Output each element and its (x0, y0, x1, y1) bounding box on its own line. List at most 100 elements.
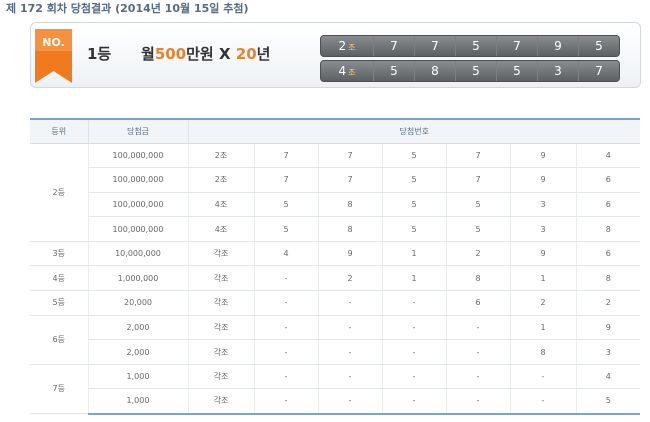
digit-cell: 7 (578, 61, 619, 81)
digit-cell: - (509, 364, 576, 390)
digit-cell: 5 (253, 216, 318, 242)
digit-cell: 7 (445, 143, 510, 169)
digit-cell: 5 (253, 192, 318, 218)
digit-cell: - (445, 315, 510, 341)
table-row: 100,000,000 2조 7 7 5 7 9 6 (30, 167, 640, 193)
grade-cell: 5등 (30, 290, 88, 316)
table-row: 6등 2,000 각조 - - - -1 9 (30, 315, 640, 365)
digit-cell: - (509, 388, 576, 415)
digit-cell: 2 (509, 290, 576, 316)
digit-cell: 7 (253, 143, 318, 169)
header-grade: 등위 (30, 118, 88, 144)
digit-cell: 2 (575, 290, 640, 316)
table-row: 1,000 각조 - - - - -5 (30, 388, 640, 415)
digit-cell: 3 (509, 192, 576, 218)
digit-cell: 5 (455, 36, 496, 56)
digit-cell: 9 (317, 241, 382, 267)
digit-cell: - (253, 339, 318, 365)
group-cell: 각조 (187, 290, 254, 316)
digit-cell: 9 (509, 143, 576, 169)
table-row: 3등 10,000,000 각조 4 9 1 2 9 6 (30, 241, 640, 267)
amount-cell: 100,000,000 (87, 167, 188, 193)
digit-cell: - (317, 315, 382, 341)
digit-cell: 5 (455, 61, 496, 81)
group-cell: 각조 (187, 241, 254, 267)
first-prize-amount: 월500만원 X 20년 (141, 45, 271, 63)
group-cell: 각조 (187, 364, 254, 390)
digit-cell: - (317, 290, 382, 316)
table-row: 100,000,000 4조 5 8 5 5 3 8 (30, 216, 640, 242)
digit-cell: - (253, 290, 318, 316)
table-row: 2,000 각조 - - - -8 3 (30, 339, 640, 365)
amount-cell: 20,000 (87, 290, 188, 316)
digit-cell: 9 (509, 241, 576, 267)
digit-cell: 5 (445, 192, 510, 218)
table-row: 7등 1,000 각조 - - - - -4 (30, 364, 640, 415)
winning-number-row: 2조 7 7 5 7 9 5 (320, 35, 620, 57)
digit-cell: - (253, 265, 318, 292)
amount-cell: 2,000 (87, 339, 188, 365)
first-prize-banner: NO. 1등 월500만원 X 20년 2조 7 7 5 7 9 5 4조 5 … (30, 22, 641, 88)
table-row: 100,000,000 4조 5 8 5 5 3 6 (30, 192, 640, 218)
digit-cell: - (317, 388, 382, 415)
no-ribbon-icon: NO. (35, 29, 72, 83)
group-cell: 4조 (187, 216, 254, 242)
amount-cell: 1,000 (87, 388, 188, 415)
digit-cell: 5 (381, 216, 446, 242)
amount-cell: 1,000 (87, 364, 188, 390)
digit-cell: - (317, 364, 382, 390)
digit-cell: 3 (509, 216, 576, 242)
prize-results-table: 등위 당첨금 당첨번호 2등 100,000,000 2조 7 7 5 7 9 4 100,000… (30, 118, 640, 415)
digit-cell: 9 (509, 167, 576, 193)
digit-cell: 5 (575, 388, 640, 415)
digit-cell: 5 (445, 216, 510, 242)
digit-cell: 8 (414, 61, 455, 81)
amount-cell: 2,000 (87, 315, 188, 341)
digit-cell: 6 (575, 192, 640, 218)
digit-cell: 4 (253, 241, 318, 267)
table-row: 5등 20,000 각조 - - -6 2 2 (30, 290, 640, 316)
amount-cell: 100,000,000 (87, 192, 188, 218)
digit-cell: 7 (317, 167, 382, 193)
digit-cell: - (381, 339, 446, 365)
digit-cell: - (381, 315, 446, 341)
digit-cell: 6 (575, 167, 640, 193)
digit-cell: 7 (317, 143, 382, 169)
digit-cell: - (253, 315, 318, 341)
group-cell: 2조 (187, 167, 254, 193)
digit-cell: - (381, 290, 446, 316)
winning-number-row: 4조 5 8 5 5 3 7 (320, 60, 620, 82)
table-row: 2등 100,000,000 2조 7 7 5 7 9 4 (30, 143, 640, 242)
group-cell: 각조 (187, 388, 254, 415)
header-numbers: 당첨번호 (187, 118, 640, 144)
digit-cell: 1 (381, 241, 446, 267)
digit-cell: 6 (575, 241, 640, 267)
digit-cell: - (381, 364, 446, 390)
digit-cell: 5 (381, 167, 446, 193)
digit-cell: 5 (381, 192, 446, 218)
grade-cell: 2등 (30, 143, 88, 242)
digit-cell: 9 (537, 36, 578, 56)
digit-cell: 8 (575, 216, 640, 242)
group-cell: 4조 (338, 64, 356, 78)
digit-cell: 4 (575, 364, 640, 390)
digit-cell: - (317, 339, 382, 365)
digit-cell: 7 (253, 167, 318, 193)
group-cell: 각조 (187, 339, 254, 365)
group-cell: 2조 (187, 143, 254, 169)
digit-cell: 1 (509, 315, 576, 341)
digit-cell: 3 (575, 339, 640, 365)
digit-cell: 8 (445, 265, 510, 292)
amount-cell: 1,000,000 (87, 265, 188, 292)
grade-cell: 3등 (30, 241, 88, 267)
table-header-row: 등위 당첨금 당첨번호 (30, 118, 640, 144)
digit-cell: 7 (373, 36, 414, 56)
badge-text: NO. (42, 36, 65, 49)
group-cell: 4조 (187, 192, 254, 218)
digit-cell: 7 (496, 36, 537, 56)
digit-cell: 1 (381, 265, 446, 292)
digit-cell: 2 (445, 241, 510, 267)
group-cell: 각조 (187, 315, 254, 341)
digit-cell: 8 (575, 265, 640, 292)
digit-cell: - (253, 364, 318, 390)
